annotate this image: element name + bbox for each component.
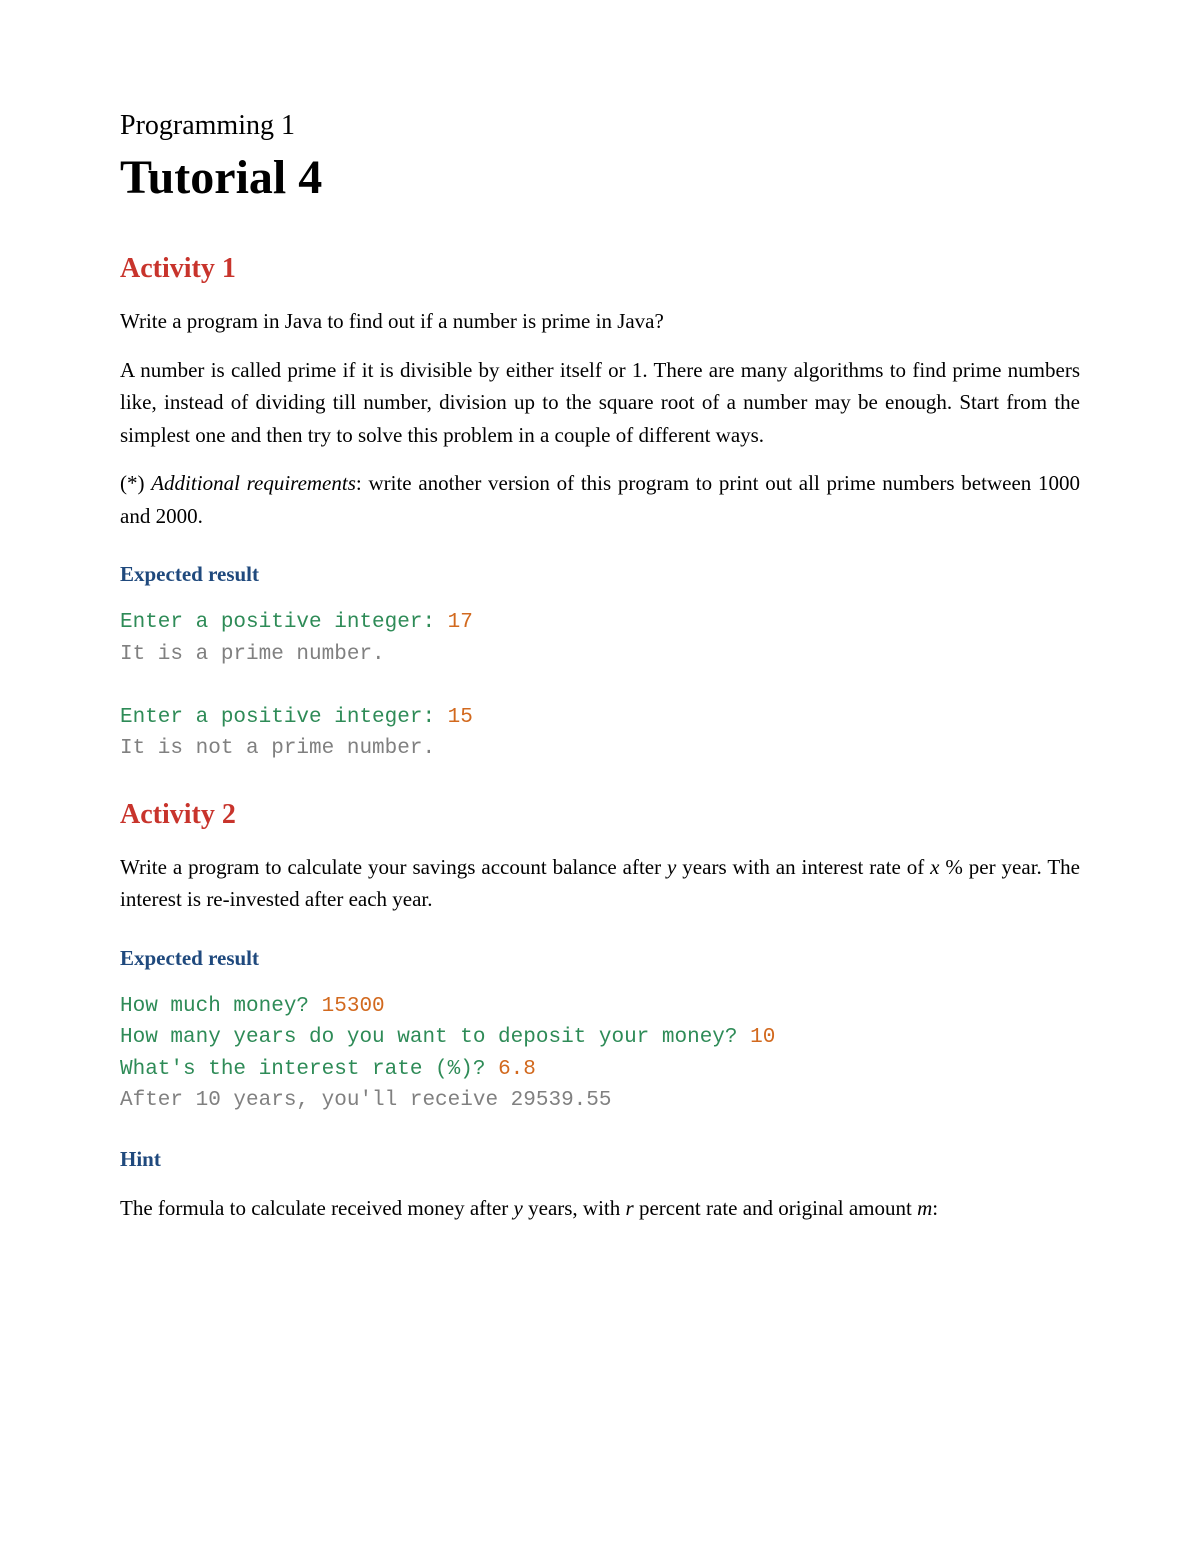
code-line: What's the interest rate (%)? 6.8 — [120, 1054, 1080, 1086]
text-segment: years with an interest rate of — [676, 855, 930, 879]
code-input: 6.8 — [498, 1058, 536, 1081]
activity-2-paragraph-1: Write a program to calculate your saving… — [120, 851, 1080, 916]
code-prompt: What's the interest rate (%)? — [120, 1058, 498, 1081]
var-m: m — [917, 1196, 932, 1220]
code-line: How many years do you want to deposit yo… — [120, 1022, 1080, 1054]
text-segment: years, with — [523, 1196, 626, 1220]
var-y: y — [514, 1196, 523, 1220]
code-line: Enter a positive integer: 17 — [120, 607, 1080, 639]
code-blank-line — [120, 670, 1080, 702]
text-segment: percent rate and original amount — [634, 1196, 917, 1220]
var-y: y — [667, 855, 676, 879]
course-name: Programming 1 — [120, 110, 1080, 142]
code-prompt: Enter a positive integer: — [120, 706, 448, 729]
code-line: Enter a positive integer: 15 — [120, 702, 1080, 734]
code-prompt: How much money? — [120, 995, 322, 1018]
text-segment: The formula to calculate received money … — [120, 1196, 514, 1220]
hint-label: Hint — [120, 1147, 1080, 1172]
code-input: 15300 — [322, 995, 385, 1018]
activity-2-heading: Activity 2 — [120, 799, 1080, 831]
code-input: 10 — [750, 1026, 775, 1049]
text-segment: Write a program to calculate your saving… — [120, 855, 667, 879]
tutorial-title: Tutorial 4 — [120, 150, 1080, 205]
activity-1-code-block: Enter a positive integer: 17 It is a pri… — [120, 607, 1080, 765]
code-line: How much money? 15300 — [120, 991, 1080, 1023]
activity-1-paragraph-2: A number is called prime if it is divisi… — [120, 354, 1080, 452]
code-output: It is not a prime number. — [120, 733, 1080, 765]
text-segment: : — [932, 1196, 938, 1220]
code-prompt: Enter a positive integer: — [120, 611, 448, 634]
code-output: It is a prime number. — [120, 639, 1080, 671]
activity-1-expected-result-label: Expected result — [120, 562, 1080, 587]
code-input: 15 — [448, 706, 473, 729]
activity-1-heading: Activity 1 — [120, 253, 1080, 285]
additional-req-prefix: (*) — [120, 471, 151, 495]
activity-1-paragraph-3: (*) Additional requirements: write anoth… — [120, 467, 1080, 532]
activity-2-expected-result-label: Expected result — [120, 946, 1080, 971]
code-input: 17 — [448, 611, 473, 634]
hint-paragraph: The formula to calculate received money … — [120, 1192, 1080, 1225]
additional-req-italic: Additional requirements — [151, 471, 356, 495]
activity-2-code-block: How much money? 15300 How many years do … — [120, 991, 1080, 1117]
activity-1-paragraph-1: Write a program in Java to find out if a… — [120, 305, 1080, 338]
var-r: r — [626, 1196, 634, 1220]
code-output: After 10 years, you'll receive 29539.55 — [120, 1085, 1080, 1117]
code-prompt: How many years do you want to deposit yo… — [120, 1026, 750, 1049]
